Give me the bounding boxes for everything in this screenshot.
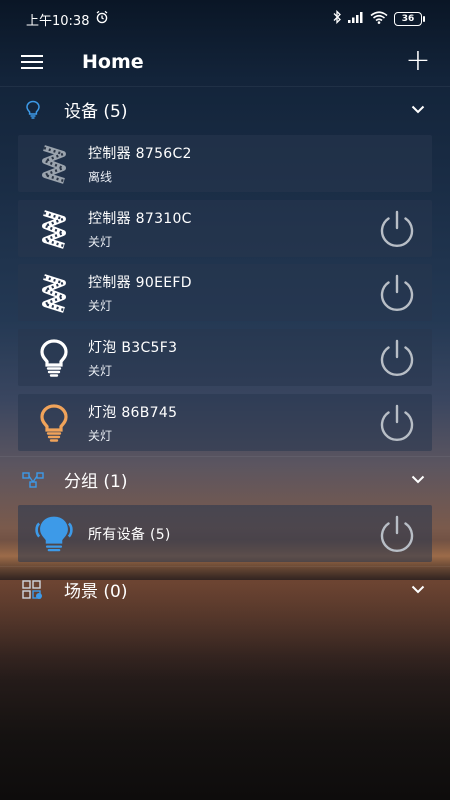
- bulb-icon: [34, 399, 74, 447]
- wifi-icon: [370, 10, 388, 28]
- section-header-groups[interactable]: 分组 (1): [0, 456, 450, 502]
- app-bar: Home +: [0, 38, 450, 86]
- device-state: 关灯: [88, 363, 113, 378]
- led-strip-icon: [34, 140, 74, 188]
- device-state: 离线: [88, 169, 113, 184]
- bluetooth-icon: [332, 9, 342, 28]
- status-bar: 上午10:38 36: [0, 0, 450, 38]
- power-button[interactable]: [376, 272, 418, 314]
- power-icon: [380, 339, 414, 376]
- power-button[interactable]: [376, 208, 418, 250]
- group-bulb-icon: [34, 510, 74, 558]
- device-row-87310c[interactable]: 控制器 87310C 关灯: [18, 200, 432, 257]
- section-title-devices: 设备 (5): [64, 102, 128, 122]
- device-row-90eefd[interactable]: 控制器 90EEFD 关灯: [18, 264, 432, 321]
- group-row-all-devices[interactable]: 所有设备 (5): [18, 505, 432, 562]
- device-name: 控制器 87310C: [88, 210, 192, 227]
- alarm-icon: [95, 10, 109, 28]
- section-title-groups: 分组 (1): [64, 472, 128, 492]
- device-row-86b745[interactable]: 灯泡 86B745 关灯: [18, 394, 432, 451]
- led-strip-icon: [34, 269, 74, 317]
- power-button[interactable]: [376, 513, 418, 555]
- power-icon: [380, 210, 414, 247]
- device-name: 控制器 8756C2: [88, 145, 192, 162]
- power-icon: [380, 515, 414, 552]
- power-icon: [380, 404, 414, 441]
- group-name: 所有设备 (5): [88, 526, 171, 543]
- status-time: 上午10:38: [26, 13, 90, 29]
- bulb-icon: [34, 334, 74, 382]
- device-state: 关灯: [88, 234, 113, 249]
- device-state: 关灯: [88, 428, 113, 443]
- scene-grid-icon: [22, 579, 44, 601]
- device-state: 关灯: [88, 298, 113, 313]
- section-header-devices[interactable]: 设备 (5): [0, 86, 450, 132]
- lightbulb-outline-icon: [22, 99, 44, 121]
- device-row-b3c5f3[interactable]: 灯泡 B3C5F3 关灯: [18, 329, 432, 386]
- led-strip-icon: [34, 205, 74, 253]
- power-button[interactable]: [376, 402, 418, 444]
- device-row-8756c2[interactable]: 控制器 8756C2 离线: [18, 135, 432, 192]
- device-name: 灯泡 86B745: [88, 404, 178, 421]
- hamburger-menu-icon[interactable]: [16, 46, 48, 78]
- chevron-down-icon[interactable]: [408, 470, 428, 490]
- group-network-icon: [22, 469, 44, 491]
- signal-icon: [348, 11, 364, 27]
- power-button[interactable]: [376, 337, 418, 379]
- chevron-down-icon[interactable]: [408, 580, 428, 600]
- power-icon: [380, 274, 414, 311]
- section-title-scenes: 场景 (0): [64, 582, 128, 602]
- device-name: 控制器 90EEFD: [88, 274, 192, 291]
- page-title: Home: [82, 51, 144, 73]
- section-header-scenes[interactable]: 场景 (0): [0, 566, 450, 612]
- chevron-down-icon[interactable]: [408, 100, 428, 120]
- add-button[interactable]: +: [402, 46, 434, 78]
- device-name: 灯泡 B3C5F3: [88, 339, 178, 356]
- battery-icon: 36: [394, 12, 425, 26]
